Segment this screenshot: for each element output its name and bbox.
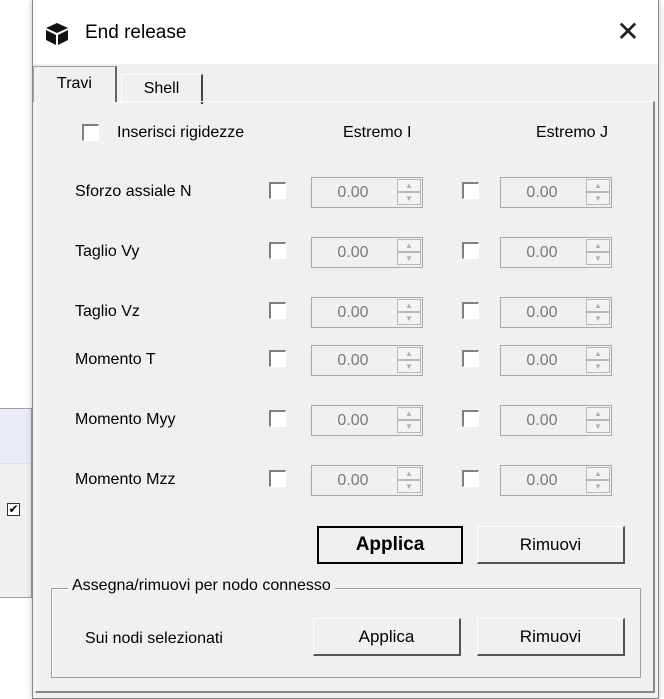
cube-icon bbox=[46, 23, 68, 45]
spin-up-icon[interactable]: ▲ bbox=[397, 179, 421, 192]
spin-up-icon[interactable]: ▲ bbox=[586, 467, 610, 480]
row-label-momento-myy: Momento Myy bbox=[75, 411, 176, 428]
title-bar: End release ✕ bbox=[33, 0, 658, 64]
spin-down-icon[interactable]: ▼ bbox=[586, 420, 610, 433]
spinner-value: 0.00 bbox=[337, 352, 369, 369]
spinner-value: 0.00 bbox=[337, 412, 369, 429]
spin-up-icon[interactable]: ▲ bbox=[397, 407, 421, 420]
momento-myy-j-checkbox[interactable] bbox=[462, 410, 479, 427]
taglio-vz-i-checkbox[interactable] bbox=[269, 302, 286, 319]
sforzo-assiale-j-checkbox[interactable] bbox=[462, 182, 479, 199]
momento-t-i-spinner[interactable]: 0.00 ▲ ▼ bbox=[311, 345, 423, 376]
spin-down-icon[interactable]: ▼ bbox=[397, 192, 421, 205]
spin-up-icon[interactable]: ▲ bbox=[586, 347, 610, 360]
row-label-sforzo-assiale-n: Sforzo assiale N bbox=[75, 183, 192, 200]
sforzo-assiale-i-spinner[interactable]: 0.00 ▲ ▼ bbox=[311, 177, 423, 208]
close-icon: ✕ bbox=[616, 16, 640, 47]
spin-up-icon[interactable]: ▲ bbox=[586, 299, 610, 312]
spinner-value: 0.00 bbox=[526, 412, 558, 429]
spin-down-icon[interactable]: ▼ bbox=[397, 420, 421, 433]
spin-up-icon[interactable]: ▲ bbox=[397, 239, 421, 252]
spin-down-icon[interactable]: ▼ bbox=[586, 192, 610, 205]
spinner-value: 0.00 bbox=[337, 304, 369, 321]
row-label-taglio-vz: Taglio Vz bbox=[75, 303, 140, 320]
background-window: ✔ bbox=[0, 408, 32, 598]
spinner-value: 0.00 bbox=[526, 304, 558, 321]
momento-t-i-checkbox[interactable] bbox=[269, 350, 286, 367]
group-rimuovi-button[interactable]: Rimuovi bbox=[477, 618, 625, 656]
background-checkbox[interactable]: ✔ bbox=[7, 503, 20, 516]
estremo-i-header: Estremo I bbox=[343, 124, 412, 141]
spin-up-icon[interactable]: ▲ bbox=[397, 347, 421, 360]
spin-down-icon[interactable]: ▼ bbox=[586, 360, 610, 373]
row-label-momento-mzz: Momento Mzz bbox=[75, 471, 176, 488]
spinner-value: 0.00 bbox=[526, 184, 558, 201]
taglio-vz-j-checkbox[interactable] bbox=[462, 302, 479, 319]
spin-down-icon[interactable]: ▼ bbox=[397, 252, 421, 265]
spinner-value: 0.00 bbox=[337, 184, 369, 201]
momento-mzz-j-checkbox[interactable] bbox=[462, 470, 479, 487]
sforzo-assiale-i-checkbox[interactable] bbox=[269, 182, 286, 199]
inserisci-rigidezze-label: Inserisci rigidezze bbox=[117, 124, 245, 141]
spinner-value: 0.00 bbox=[337, 472, 369, 489]
end-release-dialog: End release ✕ Travi Shell Inserisci rigi… bbox=[32, 0, 659, 699]
window-title: End release bbox=[85, 22, 187, 43]
spin-up-icon[interactable]: ▲ bbox=[586, 239, 610, 252]
momento-myy-i-spinner[interactable]: 0.00 ▲ ▼ bbox=[311, 405, 423, 436]
row-label-taglio-vy: Taglio Vy bbox=[75, 243, 140, 260]
rimuovi-button[interactable]: Rimuovi bbox=[477, 526, 625, 564]
spin-up-icon[interactable]: ▲ bbox=[397, 299, 421, 312]
spin-down-icon[interactable]: ▼ bbox=[586, 252, 610, 265]
momento-mzz-i-checkbox[interactable] bbox=[269, 470, 286, 487]
taglio-vz-j-spinner[interactable]: 0.00 ▲ ▼ bbox=[500, 297, 612, 328]
momento-myy-i-checkbox[interactable] bbox=[269, 410, 286, 427]
spin-down-icon[interactable]: ▼ bbox=[397, 480, 421, 493]
sforzo-assiale-j-spinner[interactable]: 0.00 ▲ ▼ bbox=[500, 177, 612, 208]
background-window-titlebar bbox=[0, 409, 31, 464]
spinner-value: 0.00 bbox=[526, 352, 558, 369]
groupbox-legend: Assegna/rimuovi per nodo connesso bbox=[68, 577, 335, 595]
inserisci-rigidezze-checkbox[interactable] bbox=[82, 124, 99, 141]
taglio-vy-j-checkbox[interactable] bbox=[462, 242, 479, 259]
spin-down-icon[interactable]: ▼ bbox=[397, 360, 421, 373]
momento-t-j-checkbox[interactable] bbox=[462, 350, 479, 367]
spin-up-icon[interactable]: ▲ bbox=[586, 179, 610, 192]
close-button[interactable]: ✕ bbox=[598, 0, 658, 64]
spin-down-icon[interactable]: ▼ bbox=[397, 312, 421, 325]
momento-t-j-spinner[interactable]: 0.00 ▲ ▼ bbox=[500, 345, 612, 376]
momento-mzz-i-spinner[interactable]: 0.00 ▲ ▼ bbox=[311, 465, 423, 496]
applica-button[interactable]: Applica bbox=[317, 526, 463, 564]
group-applica-button[interactable]: Applica bbox=[313, 618, 461, 656]
tab-shell[interactable]: Shell bbox=[121, 74, 203, 104]
momento-mzz-j-spinner[interactable]: 0.00 ▲ ▼ bbox=[500, 465, 612, 496]
estremo-j-header: Estremo J bbox=[536, 124, 609, 141]
taglio-vy-i-spinner[interactable]: 0.00 ▲ ▼ bbox=[311, 237, 423, 268]
spin-up-icon[interactable]: ▲ bbox=[397, 467, 421, 480]
spinner-value: 0.00 bbox=[526, 244, 558, 261]
spin-up-icon[interactable]: ▲ bbox=[586, 407, 610, 420]
momento-myy-j-spinner[interactable]: 0.00 ▲ ▼ bbox=[500, 405, 612, 436]
taglio-vy-j-spinner[interactable]: 0.00 ▲ ▼ bbox=[500, 237, 612, 268]
sui-nodi-selezionati-label: Sui nodi selezionati bbox=[85, 630, 223, 647]
tab-travi[interactable]: Travi bbox=[33, 66, 117, 102]
row-label-momento-t: Momento T bbox=[75, 351, 156, 368]
spinner-value: 0.00 bbox=[337, 244, 369, 261]
spinner-value: 0.00 bbox=[526, 472, 558, 489]
taglio-vz-i-spinner[interactable]: 0.00 ▲ ▼ bbox=[311, 297, 423, 328]
taglio-vy-i-checkbox[interactable] bbox=[269, 242, 286, 259]
spin-down-icon[interactable]: ▼ bbox=[586, 480, 610, 493]
spin-down-icon[interactable]: ▼ bbox=[586, 312, 610, 325]
